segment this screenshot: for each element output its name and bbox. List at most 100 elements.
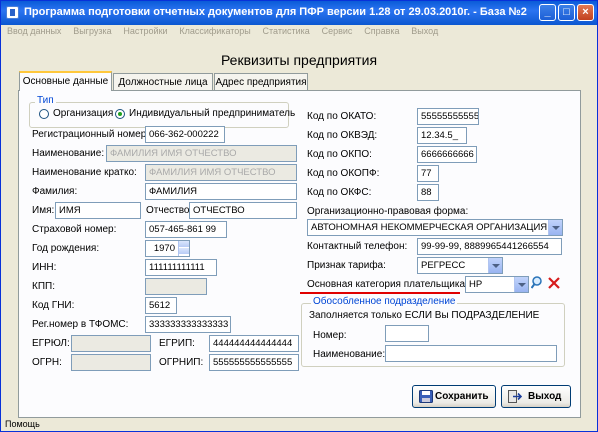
menu-item-settings[interactable]: Настройки [119, 26, 167, 36]
exit-door-icon [508, 390, 522, 403]
close-button[interactable]: × [577, 4, 594, 21]
status-bar-help: Помощь [5, 419, 40, 429]
menu-item-exit[interactable]: Выход [407, 26, 438, 36]
payer-category-label: Основная категория плательщика: [307, 279, 468, 290]
legal-form-value: АВТОНОМНАЯ НЕКОММЕРЧЕСКАЯ ОРГАНИЗАЦИЯ [311, 222, 548, 233]
chevron-down-icon[interactable] [488, 258, 502, 273]
menu-item-help[interactable]: Справка [360, 26, 399, 36]
subdivision-note: Заполняется только ЕСЛИ Вы ПОДРАЗДЕЛЕНИЕ [309, 310, 540, 321]
inn-field[interactable]: 111111111111 [145, 259, 217, 276]
save-button[interactable]: Сохранить [412, 385, 496, 408]
okved-field[interactable]: 12.34.5_ [417, 127, 467, 144]
egrul-label: ЕГРЮЛ: [32, 338, 70, 349]
birth-year-value: 1970 [153, 243, 175, 254]
maximize-button[interactable]: □ [558, 4, 575, 21]
okpo-field[interactable]: 6666666666 [417, 146, 477, 163]
radio-organization-label: Организация [53, 108, 114, 119]
surname-label: Фамилия: [32, 186, 78, 197]
payer-category-underline [300, 292, 460, 294]
legal-form-dropdown[interactable]: АВТОНОМНАЯ НЕКОММЕРЧЕСКАЯ ОРГАНИЗАЦИЯ [307, 219, 563, 236]
floppy-disk-icon [419, 390, 433, 403]
menu-item-classifiers[interactable]: Классификаторы [175, 26, 250, 36]
short-name-field[interactable]: ФАМИЛИЯ ИМЯ ОТЧЕСТВО [145, 164, 297, 181]
surname-field[interactable]: ФАМИЛИЯ [145, 183, 297, 200]
title-bar[interactable]: Программа подготовки отчетных документов… [1, 1, 597, 25]
patronymic-label: Отчество: [146, 205, 193, 216]
save-button-label: Сохранить [435, 391, 489, 402]
phone-field[interactable]: 99-99-99, 8889965441266554 [417, 238, 562, 255]
okato-label: Код по ОКАТО: [307, 111, 377, 122]
subdivision-name-field[interactable] [385, 345, 557, 362]
radio-entrepreneur-label: Индивидуальный предприниматель [129, 108, 296, 119]
gni-field[interactable]: 5612 [145, 297, 177, 314]
radio-entrepreneur[interactable] [115, 109, 125, 119]
insurance-no-field[interactable]: 057-465-861 99 [145, 221, 227, 238]
egrip-label: ЕГРИП: [159, 338, 195, 349]
tariff-dropdown[interactable]: РЕГРЕСС [417, 257, 503, 274]
app-icon [6, 6, 19, 19]
birth-year-spinner[interactable]: 1970 [145, 240, 190, 257]
name-field[interactable]: ФАМИЛИЯ ИМЯ ОТЧЕСТВО [106, 145, 297, 162]
okopf-field[interactable]: 77 [417, 165, 439, 182]
menu-item-service[interactable]: Сервис [318, 26, 353, 36]
main-window: Программа подготовки отчетных документов… [0, 0, 598, 432]
tab-panel: Тип Организация Индивидуальный предприни… [18, 90, 581, 418]
reg-no-field[interactable]: 066-362-000222 [145, 126, 225, 143]
menu-item-input[interactable]: Ввод данных [3, 26, 61, 36]
tab-address[interactable]: Адрес предприятия [214, 73, 308, 91]
okato-field[interactable]: 55555555555 [417, 108, 479, 125]
exit-button-label: Выход [528, 391, 562, 402]
radio-organization[interactable] [39, 109, 49, 119]
tab-officials[interactable]: Должностные лица [113, 73, 213, 91]
menu-item-statistics[interactable]: Статистика [259, 26, 310, 36]
okved-label: Код по ОКВЭД: [307, 130, 378, 141]
tfoms-field[interactable]: 333333333333333 [145, 316, 231, 333]
reg-no-label: Регистрационный номер: [32, 129, 150, 140]
okopf-label: Код по ОКОПФ: [307, 168, 380, 179]
tariff-value: РЕГРЕСС [421, 260, 466, 271]
egrul-field[interactable] [71, 335, 151, 352]
okfs-label: Код по ОКФС: [307, 187, 372, 198]
inn-label: ИНН: [32, 262, 57, 273]
patronymic-field[interactable]: ОТЧЕСТВО [189, 202, 297, 219]
okpo-label: Код по ОКПО: [307, 149, 372, 160]
clear-x-icon[interactable] [548, 277, 560, 289]
chevron-down-icon[interactable] [514, 277, 528, 292]
search-icon[interactable] [531, 276, 545, 290]
first-name-field[interactable]: ИМЯ [55, 202, 141, 219]
subdivision-number-label: Номер: [313, 330, 347, 341]
kpp-label: КПП: [32, 281, 55, 292]
ogrn-label: ОГРН: [32, 357, 62, 368]
subdivision-name-label: Наименование: [313, 349, 386, 360]
ogrnip-label: ОГРНИП: [159, 357, 204, 368]
ogrnip-field[interactable]: 555555555555555 [209, 354, 299, 371]
payer-category-dropdown[interactable]: НР [465, 276, 529, 293]
tab-main-data[interactable]: Основные данные [19, 71, 112, 91]
okfs-field[interactable]: 88 [417, 184, 439, 201]
type-group-label: Тип [35, 95, 56, 106]
menu-item-export[interactable]: Выгрузка [69, 26, 111, 36]
legal-form-label: Организационно-правовая форма: [307, 206, 469, 217]
chevron-down-icon[interactable] [548, 220, 562, 235]
phone-label: Контактный телефон: [307, 241, 408, 252]
tfoms-label: Рег.номер в ТФОМС: [32, 319, 129, 330]
first-name-label: Имя: [32, 205, 55, 216]
tariff-label: Признак тарифа: [307, 260, 386, 271]
ogrn-field[interactable] [71, 354, 151, 371]
short-name-label: Наименование кратко: [32, 167, 137, 178]
name-label: Наименование: [32, 148, 105, 159]
kpp-field[interactable] [145, 278, 207, 295]
minimize-button[interactable]: _ [539, 4, 556, 21]
birth-year-label: Год рождения: [32, 243, 100, 254]
subdivision-group-label: Обособленное подразделение [311, 296, 458, 307]
payer-category-value: НР [469, 279, 483, 290]
subdivision-number-field[interactable] [385, 325, 429, 342]
gni-label: Код ГНИ: [32, 300, 75, 311]
spinner-arrows-icon[interactable] [178, 241, 189, 256]
egrip-field[interactable]: 444444444444444 [209, 335, 299, 352]
menu-bar: Ввод данных Выгрузка Настройки Классифик… [3, 26, 595, 42]
window-title: Программа подготовки отчетных документов… [24, 6, 527, 18]
exit-button[interactable]: Выход [501, 385, 571, 408]
page-title: Реквизиты предприятия [220, 52, 378, 68]
insurance-no-label: Страховой номер: [32, 224, 117, 235]
